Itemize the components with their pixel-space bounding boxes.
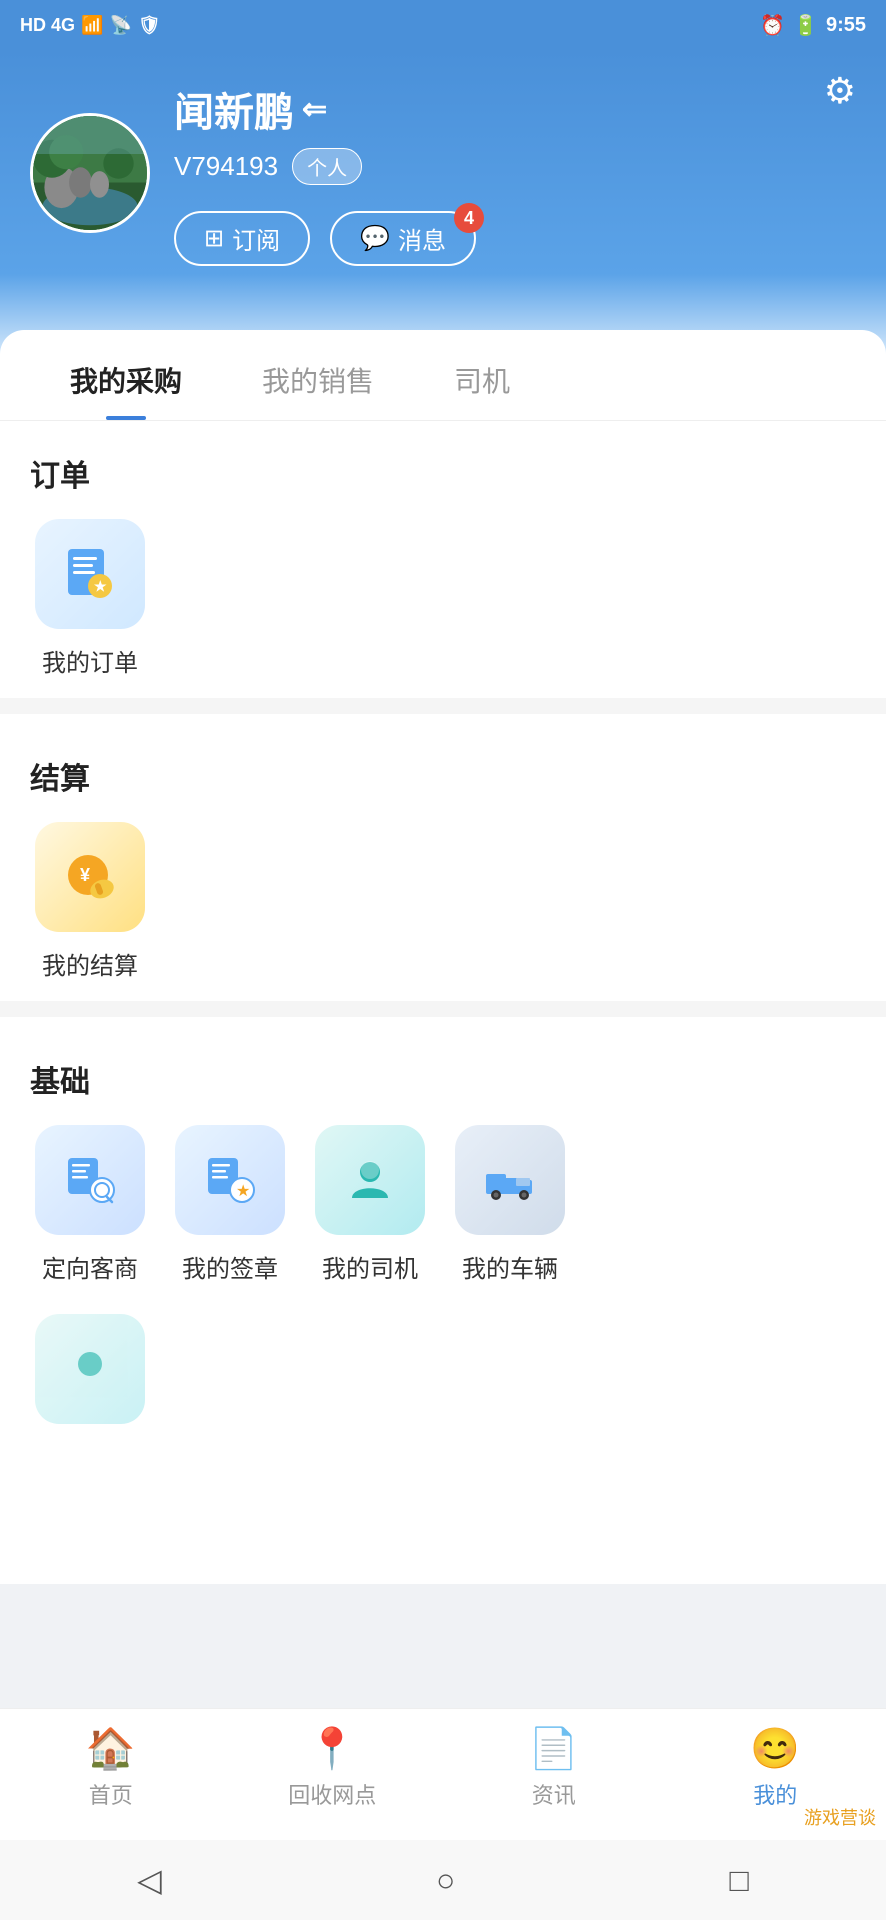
- status-right: ⏰ 🔋 9:55: [760, 13, 866, 38]
- settlement-section: 结算 ¥ 我的结算: [0, 724, 886, 991]
- status-left: HD 4G 📶 📡 🛡: [20, 15, 161, 36]
- message-badge: 4: [454, 203, 484, 233]
- news-nav-icon: 📄: [529, 1725, 579, 1772]
- nav-mine[interactable]: 😊 我的: [725, 1725, 825, 1810]
- basic-icon-grid: 定向客商 ★ 我的签章: [30, 1125, 856, 1284]
- directed-vendor-icon: [35, 1125, 145, 1235]
- my-settlement-icon: ¥: [35, 822, 145, 932]
- my-vehicle-icon: [455, 1125, 565, 1235]
- order-section: 订单 ★ 我的订单: [0, 421, 886, 688]
- message-button[interactable]: 💬 消息 4: [330, 211, 476, 266]
- my-driver-icon: [315, 1125, 425, 1235]
- message-icon: 💬: [360, 224, 390, 253]
- my-vehicle-label: 我的车辆: [462, 1249, 558, 1284]
- tab-sales[interactable]: 我的销售: [222, 330, 414, 420]
- home-nav-label: 首页: [89, 1778, 133, 1810]
- mine-nav-label: 我的: [753, 1778, 797, 1810]
- recycle-nav-label: 回收网点: [288, 1778, 376, 1810]
- nav-recycle[interactable]: 📍 回收网点: [282, 1725, 382, 1810]
- my-signature-label: 我的签章: [182, 1249, 278, 1284]
- partial-icon: [35, 1314, 145, 1424]
- back-button[interactable]: ◁: [137, 1861, 162, 1899]
- partial-section: [0, 1294, 886, 1424]
- main-card: 我的采购 我的销售 司机 订单 ★ 我的订单: [0, 330, 886, 1584]
- my-order-icon: ★: [35, 519, 145, 629]
- recycle-nav-icon: 📍: [307, 1725, 357, 1772]
- my-signature-item[interactable]: ★ 我的签章: [170, 1125, 290, 1284]
- hd-label: HD 4G: [20, 15, 75, 36]
- news-nav-label: 资讯: [532, 1778, 576, 1810]
- divider-1: [0, 698, 886, 714]
- profile-info: 闻新鹏 ⇐ V794193 个人 ⊞ 订阅 💬 消息 4: [30, 80, 856, 266]
- svg-text:★: ★: [94, 578, 107, 594]
- my-driver-item[interactable]: 我的司机: [310, 1125, 430, 1284]
- system-nav: ◁ ○ □: [0, 1840, 886, 1920]
- my-settlement-item[interactable]: ¥ 我的结算: [30, 822, 150, 981]
- user-details: 闻新鹏 ⇐ V794193 个人 ⊞ 订阅 💬 消息 4: [174, 80, 476, 266]
- svg-text:¥: ¥: [80, 865, 90, 885]
- my-vehicle-item[interactable]: 我的车辆: [450, 1125, 570, 1284]
- my-settlement-label: 我的结算: [42, 946, 138, 981]
- time-display: 9:55: [826, 14, 866, 37]
- tab-purchase[interactable]: 我的采购: [30, 330, 222, 420]
- subscribe-button[interactable]: ⊞ 订阅: [174, 211, 310, 266]
- settings-icon[interactable]: ⚙: [824, 70, 856, 112]
- mine-nav-icon: 😊: [750, 1725, 800, 1772]
- settlement-icon-grid: ¥ 我的结算: [30, 822, 856, 981]
- username-text: 闻新鹏: [174, 80, 294, 138]
- settlement-section-title: 结算: [30, 754, 856, 798]
- home-button[interactable]: ○: [436, 1862, 455, 1899]
- security-icon: 🛡: [138, 15, 161, 36]
- recent-button[interactable]: □: [730, 1862, 749, 1899]
- basic-section-title: 基础: [30, 1057, 856, 1101]
- signal-icon: 📶: [81, 15, 103, 36]
- message-label: 消息: [398, 221, 446, 256]
- my-driver-label: 我的司机: [322, 1249, 418, 1284]
- divider-2: [0, 1001, 886, 1017]
- directed-vendor-label: 定向客商: [42, 1249, 138, 1284]
- subscribe-label: 订阅: [232, 221, 280, 256]
- subscribe-icon: ⊞: [204, 224, 224, 253]
- nav-news[interactable]: 📄 资讯: [504, 1725, 604, 1810]
- avatar[interactable]: [30, 113, 150, 233]
- profile-header: ⚙: [0, 50, 886, 370]
- tabs: 我的采购 我的销售 司机: [0, 330, 886, 421]
- watermark: 游戏营谈: [804, 1804, 876, 1830]
- user-id-row: V794193 个人: [174, 148, 476, 185]
- user-id: V794193: [174, 151, 278, 182]
- my-signature-icon: ★: [175, 1125, 285, 1235]
- username: 闻新鹏 ⇐: [174, 80, 476, 138]
- alarm-icon: ⏰: [760, 13, 785, 38]
- home-nav-icon: 🏠: [86, 1725, 136, 1772]
- basic-section: 基础 定向客商: [0, 1027, 886, 1294]
- bottom-nav: 🏠 首页 📍 回收网点 📄 资讯 😊 我的: [0, 1708, 886, 1840]
- battery-icon: 🔋: [793, 13, 818, 38]
- username-arrow: ⇐: [302, 92, 327, 127]
- partial-icon-item[interactable]: [30, 1314, 150, 1424]
- status-bar: HD 4G 📶 📡 🛡 ⏰ 🔋 9:55: [0, 0, 886, 50]
- my-order-item[interactable]: ★ 我的订单: [30, 519, 150, 678]
- wifi-icon: 📡: [109, 15, 131, 36]
- tab-driver[interactable]: 司机: [414, 330, 550, 420]
- profile-actions: ⊞ 订阅 💬 消息 4: [174, 211, 476, 266]
- order-icon-grid: ★ 我的订单: [30, 519, 856, 678]
- directed-vendor-item[interactable]: 定向客商: [30, 1125, 150, 1284]
- svg-text:★: ★: [236, 1183, 250, 1200]
- order-section-title: 订单: [30, 451, 856, 495]
- my-order-label: 我的订单: [42, 643, 138, 678]
- user-tag: 个人: [292, 148, 362, 185]
- nav-home[interactable]: 🏠 首页: [61, 1725, 161, 1810]
